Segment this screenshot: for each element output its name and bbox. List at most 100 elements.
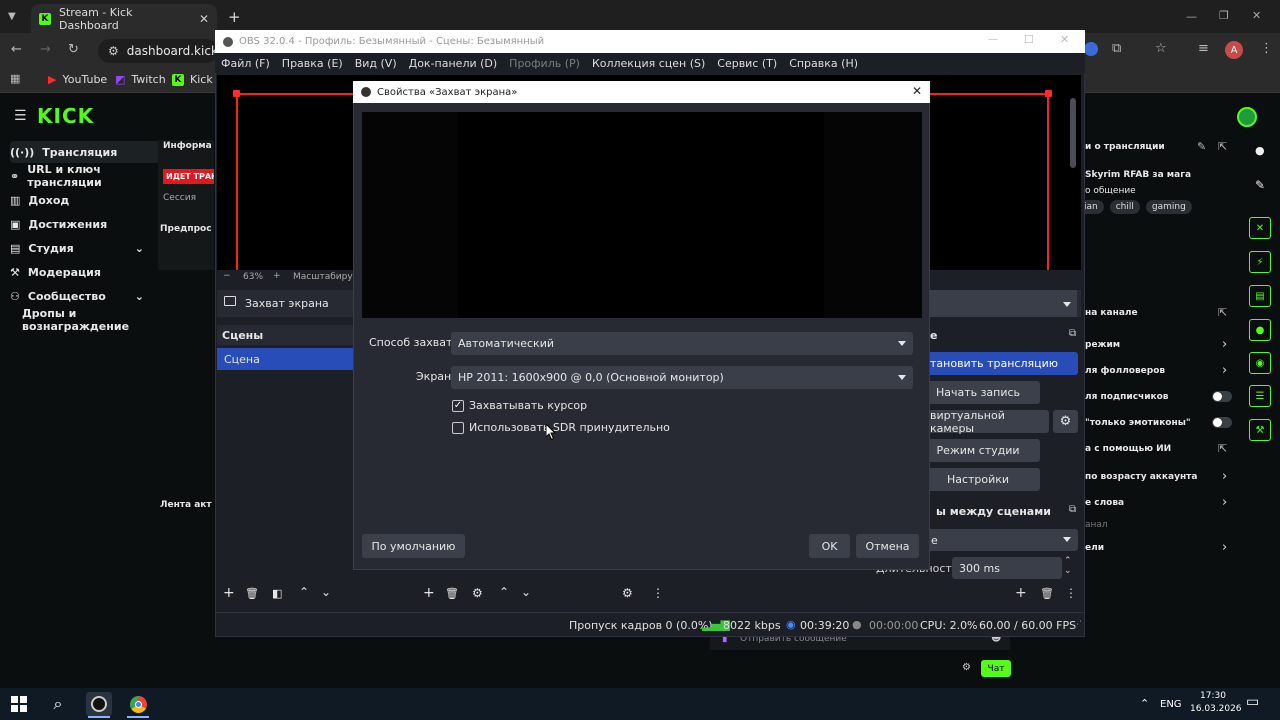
back-icon[interactable]: ← — [11, 42, 22, 57]
menu-file[interactable]: Файл (F) — [215, 57, 276, 70]
audio-settings-icon[interactable]: ⚙ — [622, 586, 633, 600]
resize-grip-icon[interactable]: ⋰ — [1073, 620, 1082, 630]
notifications-icon[interactable]: ▭ — [1246, 694, 1259, 710]
menu-profile[interactable]: Профиль (P) — [503, 57, 586, 70]
menu-help[interactable]: Справка (H) — [783, 57, 864, 70]
obs-minimize-icon[interactable]: — — [988, 34, 998, 45]
capture-method-select[interactable]: Автоматический — [451, 332, 913, 355]
search-icon[interactable]: ⌕ — [47, 693, 69, 715]
settings-button[interactable]: Настройки — [916, 468, 1040, 491]
source-properties-icon[interactable]: ⚙ — [472, 586, 483, 600]
force-sdr-checkbox[interactable] — [452, 421, 464, 434]
dock-float-icon[interactable]: ⧉ — [1069, 328, 1076, 339]
start-record-button[interactable]: Начать запись — [916, 381, 1040, 404]
add-source-button[interactable]: + — [423, 585, 435, 601]
new-tab-button[interactable]: + — [228, 8, 241, 26]
media-controls-icon[interactable]: ≡ — [1198, 41, 1209, 56]
menu-docks[interactable]: Док-панели (D) — [403, 57, 504, 70]
resize-handle[interactable] — [233, 90, 240, 97]
bookmark-kick[interactable]: K Kick — [172, 73, 213, 86]
duration-input[interactable]: 300 ms — [952, 557, 1062, 579]
windows-start-icon[interactable] — [8, 693, 30, 715]
sidebar-item-url-key[interactable]: ⚭ URL и ключ трансляции — [10, 163, 160, 189]
defaults-button[interactable]: По умолчанию — [362, 534, 465, 558]
taskbar-clock[interactable]: 17:30 16.03.2026 — [1190, 690, 1242, 716]
quick-action-button[interactable]: ✕ — [1249, 217, 1271, 239]
resize-handle[interactable] — [1045, 90, 1052, 97]
menu-view[interactable]: Вид (V) — [349, 57, 403, 70]
minimize-icon[interactable]: — — [1186, 10, 1197, 23]
scene-list-item[interactable]: Сцена — [217, 348, 357, 370]
gear-icon[interactable]: ● — [1255, 144, 1265, 157]
external-link-icon[interactable]: ⇱ — [1218, 442, 1227, 455]
kick-logo[interactable]: KICK — [37, 104, 94, 128]
obs-maximize-icon[interactable]: ☐ — [1024, 33, 1034, 46]
zoom-in-button[interactable]: + — [273, 271, 281, 281]
bookmark-star-icon[interactable]: ☆ — [1155, 41, 1167, 56]
document-icon[interactable]: ▤ — [1249, 285, 1271, 307]
sidebar-item-studio[interactable]: ▤ Студия ⌄ — [10, 237, 144, 259]
force-sdr-checkbox-row[interactable]: Использовать SDR принудительно — [452, 421, 670, 434]
dialog-close-icon[interactable]: ✕ — [912, 84, 922, 98]
menu-scene-collection[interactable]: Коллекция сцен (S) — [586, 57, 711, 70]
cancel-button[interactable]: Отмена — [856, 534, 919, 558]
scene-filters-icon[interactable]: ◧ — [272, 587, 282, 600]
broadcast-icon[interactable]: ◉ — [1249, 352, 1271, 374]
move-down-icon[interactable]: ⌄ — [321, 585, 331, 599]
capture-cursor-checkbox[interactable]: ✓ — [452, 399, 464, 412]
subscribers-toggle[interactable] — [1212, 391, 1232, 402]
virtual-camera-settings-icon[interactable]: ⚙ — [1053, 410, 1078, 433]
stop-stream-button[interactable]: тановить трансляцию — [930, 352, 1078, 375]
external-link-icon[interactable]: ⇱ — [1218, 306, 1227, 319]
more-options-icon[interactable]: ⋮ — [652, 586, 664, 600]
window-close-icon[interactable]: ✕ — [1252, 9, 1261, 22]
studio-mode-button[interactable]: Режим студии — [916, 439, 1040, 462]
tray-chevron-up-icon[interactable]: ⌃ — [1140, 697, 1149, 710]
virtual-camera-button[interactable]: виртуальной камеры — [926, 409, 1049, 435]
sidebar-item-achievements[interactable]: ▣ Достижения — [10, 213, 160, 235]
obs-taskbar-icon[interactable] — [86, 692, 112, 716]
pencil-icon[interactable]: ✎ — [1255, 178, 1265, 192]
delete-transition-icon[interactable]: 🗑 — [1040, 587, 1054, 600]
chat-settings-icon[interactable]: ⚙ — [962, 662, 971, 673]
tab-search-icon[interactable]: ▼ — [8, 9, 16, 22]
sidebar-item-stream[interactable]: ((·)) Трансляция — [10, 141, 160, 163]
delete-source-icon[interactable]: 🗑 — [445, 587, 459, 600]
chevron-right-icon[interactable]: › — [1222, 495, 1227, 510]
ai-moderation-setting[interactable]: а с помощью ИИ — [1085, 444, 1171, 454]
move-up-icon[interactable]: ⌃ — [299, 585, 309, 599]
chevron-right-icon[interactable]: › — [1222, 363, 1227, 378]
sidebar-item-moderation[interactable]: ⚒ Модерация — [10, 261, 160, 283]
bookmark-twitch[interactable]: ◩ Twitch — [115, 73, 166, 86]
bookmark-youtube[interactable]: ▶ YouTube — [48, 73, 107, 86]
goals-setting[interactable]: ели — [1085, 543, 1104, 553]
menu-tools[interactable]: Сервис (T) — [711, 57, 783, 70]
move-up-icon[interactable]: ⌃ — [499, 585, 509, 599]
browser-tab[interactable]: K Stream - Kick Dashboard ✕ — [31, 4, 217, 33]
followers-setting[interactable]: ля фолловеров — [1085, 366, 1165, 376]
transition-select[interactable]: е — [918, 529, 1078, 551]
zoom-out-button[interactable]: − — [223, 271, 231, 281]
chevron-right-icon[interactable]: › — [1222, 540, 1227, 555]
chevron-right-icon[interactable]: › — [1222, 337, 1227, 352]
hammer-icon[interactable]: ⚒ — [1249, 419, 1271, 441]
list-icon[interactable]: ☰ — [1249, 385, 1271, 407]
sidebar-item-community[interactable]: ⚇ Сообщество ⌄ — [10, 285, 144, 307]
add-scene-button[interactable]: + — [223, 585, 235, 601]
screen-select[interactable]: HP 2011: 1600x900 @ 0,0 (Основной монито… — [451, 366, 913, 389]
language-indicator[interactable]: ENG — [1160, 699, 1182, 710]
preview-scrollbar[interactable] — [1070, 98, 1076, 168]
menu-edit[interactable]: Правка (E) — [276, 57, 349, 70]
transition-options-icon[interactable]: ⋮ — [1065, 586, 1077, 600]
source-property-dropdown[interactable] — [929, 290, 1077, 317]
avatar[interactable]: A — [1225, 41, 1243, 59]
move-down-icon[interactable]: ⌄ — [521, 585, 531, 599]
add-transition-button[interactable]: + — [1015, 585, 1027, 601]
reload-icon[interactable]: ↻ — [68, 42, 79, 57]
restore-icon[interactable]: ❐ — [1219, 9, 1229, 22]
sidebar-item-income[interactable]: ▥ Доход — [10, 189, 160, 211]
chrome-taskbar-icon[interactable] — [125, 692, 151, 716]
emotes-only-toggle[interactable] — [1212, 417, 1232, 428]
extension-icon[interactable] — [1084, 42, 1098, 56]
hamburger-menu-icon[interactable]: ☰ — [14, 108, 27, 124]
